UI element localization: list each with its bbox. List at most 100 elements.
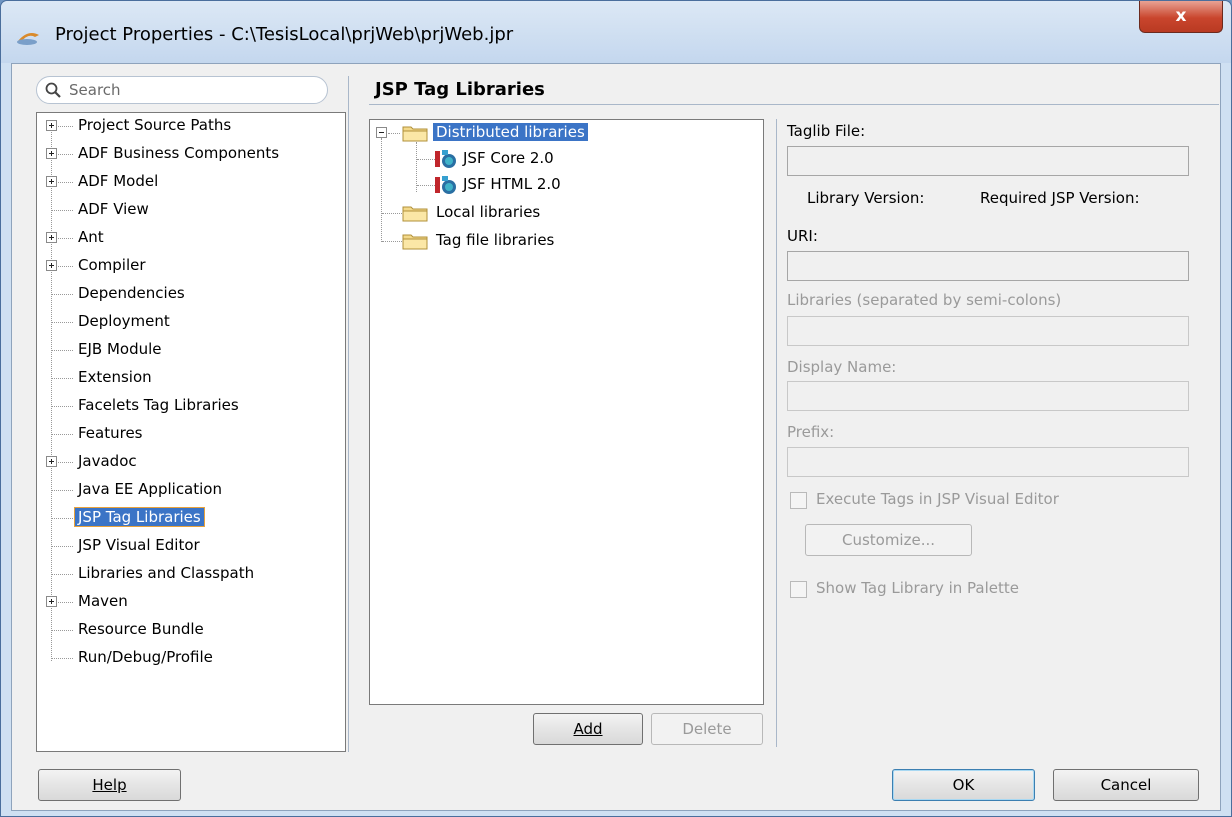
customize-button-label: Customize... — [841, 531, 936, 549]
required-jsp-version-label: Required JSP Version: — [980, 189, 1140, 207]
delete-button[interactable]: Delete — [651, 713, 763, 745]
tree-node-distributed-libraries[interactable]: Distributed libraries — [370, 120, 630, 146]
execute-tags-label: Execute Tags in JSP Visual Editor — [816, 490, 1059, 508]
prefix-label: Prefix: — [787, 423, 835, 441]
close-button[interactable]: x — [1139, 1, 1223, 33]
jsf-library-icon — [435, 150, 456, 168]
uri-field[interactable] — [787, 251, 1189, 281]
prefix-field[interactable] — [787, 447, 1189, 477]
sidebar-item-label: Ant — [78, 228, 104, 246]
tree-node-label: Local libraries — [436, 203, 541, 221]
sidebar-item[interactable]: JSP Tag Libraries — [37, 505, 337, 531]
search-icon — [45, 82, 61, 98]
sidebar-item[interactable]: Maven — [37, 589, 337, 615]
tree-node-label: JSF Core 2.0 — [463, 149, 554, 167]
header-divider — [369, 104, 1219, 105]
sidebar-item-label: ADF View — [78, 200, 149, 218]
folder-icon — [402, 234, 428, 250]
expand-icon[interactable] — [46, 596, 57, 607]
delete-button-label: Delete — [682, 720, 732, 738]
category-tree[interactable]: Project Source Paths ADF Business Compone… — [36, 112, 346, 752]
search-box[interactable] — [36, 76, 328, 104]
display-name-field[interactable] — [787, 381, 1189, 411]
sidebar-item[interactable]: Ant — [37, 225, 337, 251]
help-button[interactable]: Help — [38, 769, 181, 801]
expand-icon[interactable] — [46, 148, 57, 159]
sidebar-item[interactable]: JSP Visual Editor — [37, 533, 337, 559]
sidebar-item-label: Run/Debug/Profile — [78, 648, 213, 666]
splitter[interactable] — [348, 76, 349, 752]
sidebar-item-label: Javadoc — [78, 452, 137, 470]
sidebar-item[interactable]: EJB Module — [37, 337, 337, 363]
expand-icon[interactable] — [46, 176, 57, 187]
expand-icon[interactable] — [46, 232, 57, 243]
page-title: JSP Tag Libraries — [375, 79, 545, 100]
sidebar-item[interactable]: Facelets Tag Libraries — [37, 393, 337, 419]
tree-node-jsf-html[interactable]: JSF HTML 2.0 — [370, 172, 630, 198]
cancel-button-label: Cancel — [1100, 776, 1152, 794]
project-icon — [17, 33, 39, 45]
library-version-label: Library Version: — [807, 189, 925, 207]
sidebar-item[interactable]: Extension — [37, 365, 337, 391]
ok-button-label: OK — [952, 776, 975, 794]
show-palette-label: Show Tag Library in Palette — [816, 579, 1020, 597]
sidebar-item-label: ADF Business Components — [78, 144, 280, 162]
add-button[interactable]: Add — [533, 713, 643, 745]
jsf-library-icon — [435, 176, 456, 194]
sidebar-item[interactable]: Javadoc — [37, 449, 337, 475]
tree-node-jsf-core[interactable]: JSF Core 2.0 — [370, 146, 630, 172]
tree-node-label: Tag file libraries — [436, 231, 555, 249]
sidebar-item-label: JSP Visual Editor — [78, 536, 200, 554]
folder-icon — [402, 126, 428, 142]
sidebar-item-label: Deployment — [78, 312, 170, 330]
sidebar-item-label: Compiler — [78, 256, 146, 274]
sidebar-item[interactable]: Dependencies — [37, 281, 337, 307]
tree-node-tag-file-libraries[interactable]: Tag file libraries — [370, 228, 630, 254]
uri-label: URI: — [787, 227, 818, 245]
sidebar-item[interactable]: Java EE Application — [37, 477, 337, 503]
tree-node-label: Distributed libraries — [433, 123, 588, 141]
sidebar-item[interactable]: Compiler — [37, 253, 337, 279]
sidebar-item-label: EJB Module — [78, 340, 162, 358]
sidebar-item[interactable]: ADF View — [37, 197, 337, 223]
expand-icon[interactable] — [46, 260, 57, 271]
sidebar-item[interactable]: ADF Business Components — [37, 141, 337, 167]
sidebar-item[interactable]: Run/Debug/Profile — [37, 645, 337, 671]
collapse-icon[interactable] — [376, 127, 387, 138]
title-bar[interactable]: Project Properties - C:\TesisLocal\prjWe… — [1, 1, 1231, 63]
sidebar-item-label: Resource Bundle — [78, 620, 204, 638]
sidebar-item-label: Maven — [78, 592, 128, 610]
library-tree[interactable]: Distributed libraries JSF Core 2.0 JSF H… — [369, 119, 764, 705]
help-button-label: Help — [92, 776, 127, 794]
sidebar-item-label: Project Source Paths — [78, 116, 232, 134]
sidebar-item-label: Libraries and Classpath — [78, 564, 255, 582]
cancel-button[interactable]: Cancel — [1053, 769, 1199, 801]
tree-node-local-libraries[interactable]: Local libraries — [370, 200, 630, 226]
sidebar-item[interactable]: Deployment — [37, 309, 337, 335]
ok-button[interactable]: OK — [892, 769, 1035, 801]
expand-icon[interactable] — [46, 456, 57, 467]
search-input[interactable] — [67, 79, 317, 101]
sidebar-item-label: Facelets Tag Libraries — [78, 396, 239, 414]
expand-icon[interactable] — [46, 120, 57, 131]
sidebar-item[interactable]: ADF Model — [37, 169, 337, 195]
display-name-label: Display Name: — [787, 358, 897, 376]
sidebar-item[interactable]: Libraries and Classpath — [37, 561, 337, 587]
sidebar-item-label: ADF Model — [78, 172, 159, 190]
sidebar-item-label: Java EE Application — [78, 480, 222, 498]
dialog-body: Project Source Paths ADF Business Compone… — [11, 63, 1221, 811]
dialog-window: Project Properties - C:\TesisLocal\prjWe… — [0, 0, 1232, 817]
libraries-field[interactable] — [787, 316, 1189, 346]
sidebar-item[interactable]: Features — [37, 421, 337, 447]
folder-icon — [402, 206, 428, 222]
sidebar-item-label: Dependencies — [78, 284, 185, 302]
tree-node-label: JSF HTML 2.0 — [463, 175, 561, 193]
taglib-file-field[interactable] — [787, 146, 1189, 176]
sidebar-item[interactable]: Resource Bundle — [37, 617, 337, 643]
sidebar-item[interactable]: Project Source Paths — [37, 113, 337, 139]
execute-tags-checkbox[interactable] — [790, 492, 807, 509]
sidebar-item-label: JSP Tag Libraries — [74, 507, 205, 527]
customize-button[interactable]: Customize... — [805, 524, 972, 556]
show-palette-checkbox[interactable] — [790, 581, 807, 598]
sidebar-item-label: Extension — [78, 368, 152, 386]
